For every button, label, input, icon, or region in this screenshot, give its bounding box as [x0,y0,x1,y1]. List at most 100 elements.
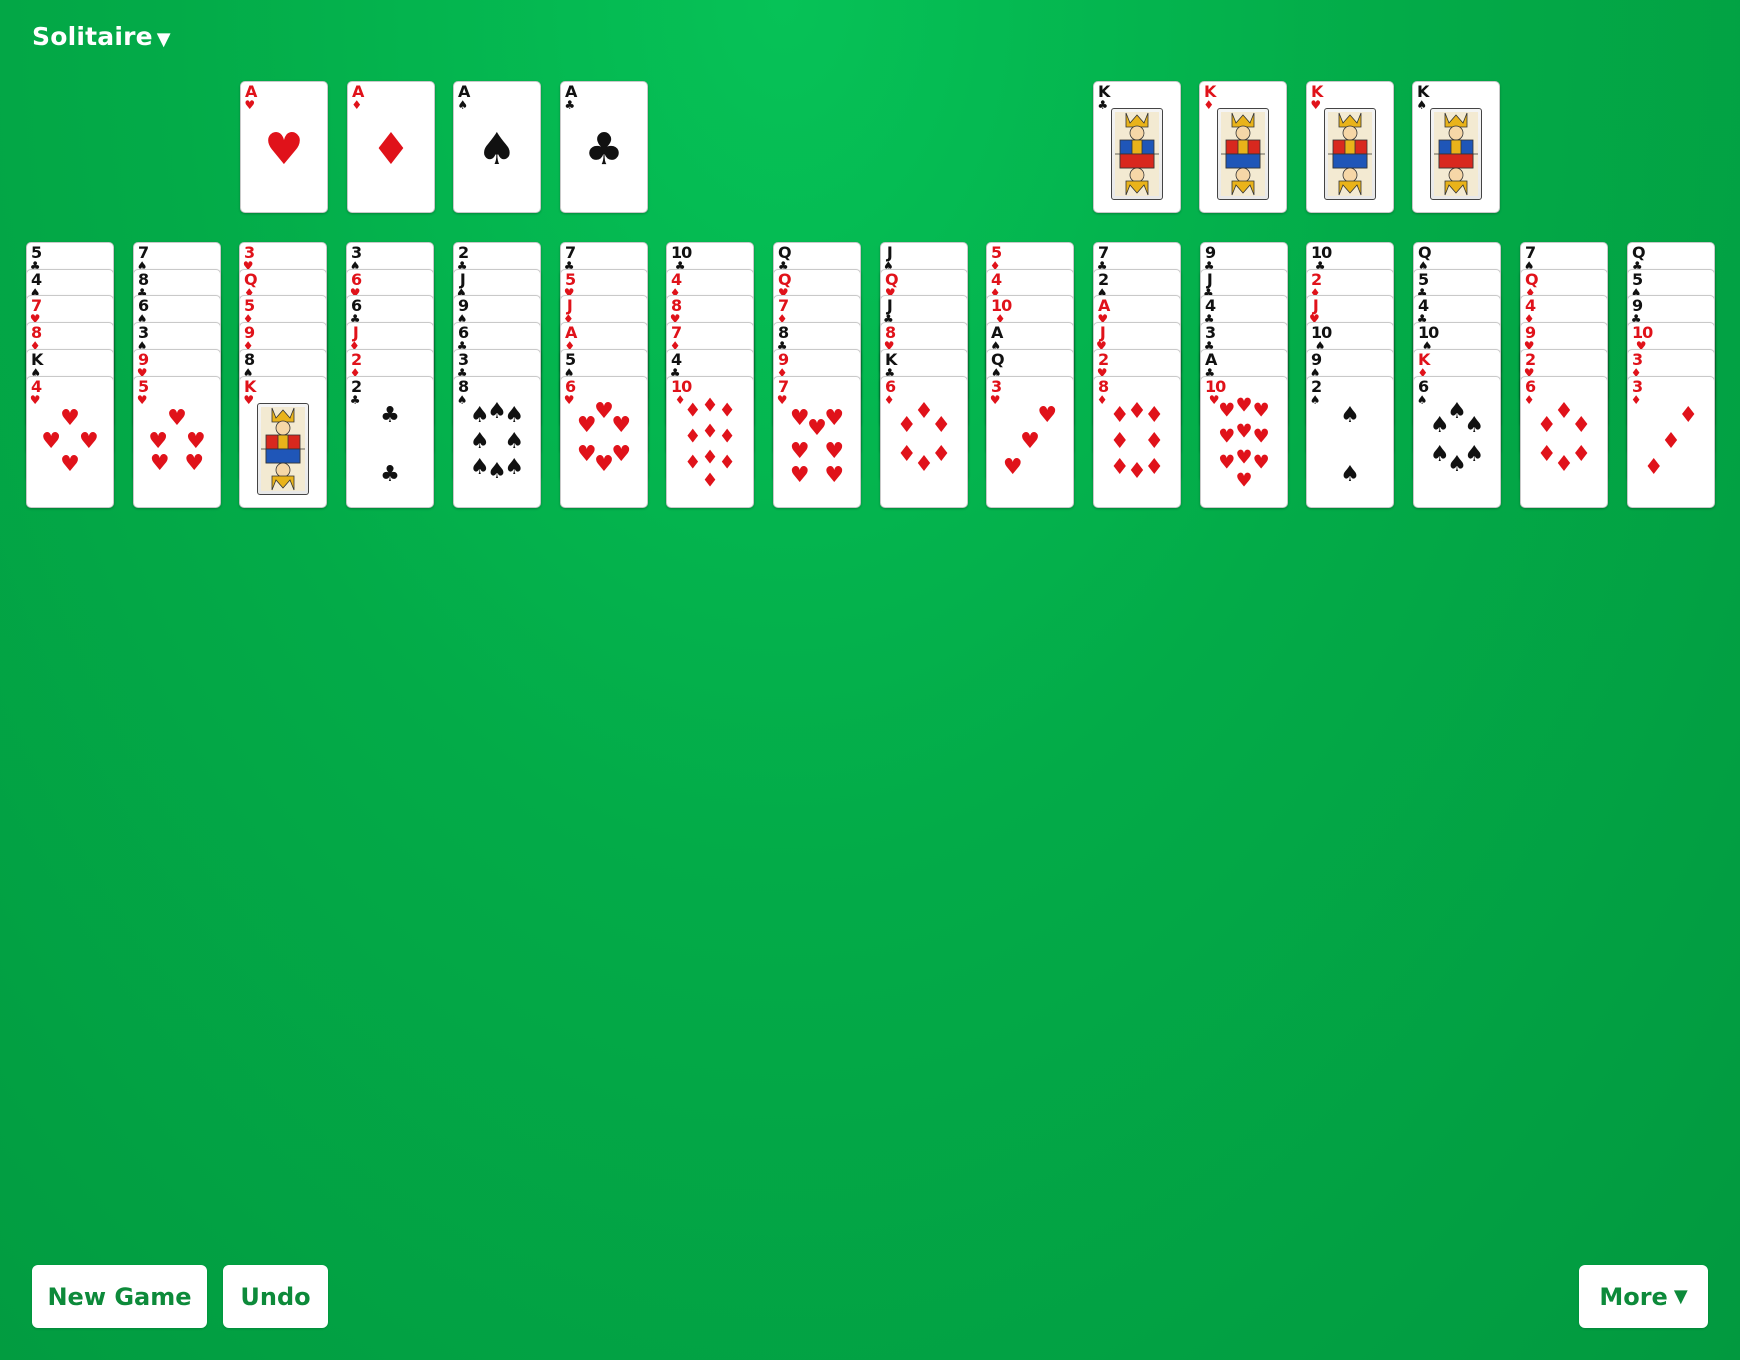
card-index: Q ♠ [1418,245,1432,273]
diamonds-suit-icon: ♦ [1523,393,1535,407]
card-index: 10 ♣ [1311,245,1332,273]
tableau-top-card[interactable]: 6 ♠ ♠ ♠ ♠ ♠ ♠ ♠ [1413,376,1501,508]
card-index: 7 ♥ [776,379,789,407]
card-index: 7 ♠ [137,245,149,273]
tableau-top-card[interactable]: 3 ♥ ♥ ♥ ♥ [986,376,1074,508]
card-index: K ♦ [1417,352,1430,380]
card-index: A ♣ [1204,352,1217,380]
tableau-top-card[interactable]: 7 ♥ ♥ ♥ ♥ ♥ ♥ ♥ ♥ [773,376,861,508]
diamonds-pip-icon: ♦ [1144,403,1165,428]
clubs-suit-icon: ♣ [564,98,576,112]
game-menu-title[interactable]: Solitaire ▼ [32,22,171,51]
diamonds-pip-icon: ♦ [1571,442,1592,467]
tableau-top-card[interactable]: 4 ♥ ♥ ♥ ♥ ♥ [26,376,114,508]
hearts-pip-icon: ♥ [824,462,845,488]
more-button[interactable]: More ▼ [1579,1265,1708,1328]
card-index: 7 ♦ [670,325,682,353]
card-index: 9 ♣ [1631,298,1643,326]
spades-pip-icon: ♠ [504,429,525,454]
hearts-pip-icon: ♥ [1002,455,1023,480]
card-index: A ♥ [1097,298,1110,326]
hearts-pip-icon: ♥ [594,399,614,425]
king-portrait [1221,112,1265,196]
diamonds-pip-icon: ♦ [684,451,702,474]
card-index: 5 ♣ [30,245,42,273]
card-index: K ♣ [1097,84,1110,112]
hearts-pip-icon: ♥ [264,123,304,175]
diamonds-pip-icon: ♦ [1678,403,1699,428]
spades-pip-icon: ♠ [1464,413,1485,439]
card-index: 6 ♦ [883,379,896,407]
hearts-suit-icon: ♥ [29,393,41,407]
hearts-suit-icon: ♥ [776,393,788,407]
card-index: 9 ♦ [243,325,255,353]
diamonds-pip-icon: ♦ [684,425,702,448]
card-index: 7 ♣ [1097,245,1109,273]
hearts-pip-icon: ♥ [1252,451,1270,474]
diamonds-pip-icon: ♦ [914,452,934,478]
tableau-top-card[interactable]: 2 ♠ ♠ ♠ [1306,376,1394,508]
spades-pip-icon: ♠ [504,455,525,480]
tableau-top-card[interactable]: 6 ♦ ♦ ♦ ♦ ♦ ♦ ♦ [1520,376,1608,508]
tableau-top-card[interactable]: 10 ♦ ♦ ♦ ♦ ♦ ♦ ♦ ♦ ♦ ♦ ♦ [666,376,754,508]
foundation-card[interactable]: A ♦ ♦ [347,81,435,213]
card-index: 2 ♦ [350,352,362,380]
spades-pip-icon: ♠ [1447,399,1467,425]
foundation-card[interactable]: K ♠ [1412,81,1500,213]
foundation-card[interactable]: A ♣ ♣ [560,81,648,213]
foundation-card[interactable]: K ♥ [1306,81,1394,213]
card-index: 3 ♣ [1204,325,1216,353]
foundation-card[interactable]: K ♣ [1093,81,1181,213]
card-index: 4 ♣ [1204,298,1216,326]
card-index: 2 ♣ [457,245,469,273]
tableau-top-card[interactable]: 8 ♦ ♦ ♦ ♦ ♦ ♦ ♦ ♦ ♦ [1093,376,1181,508]
card-index: 10 ♥ [1632,325,1653,353]
hearts-pip-icon: ♥ [186,429,206,454]
foundation-card[interactable]: A ♠ ♠ [453,81,541,213]
king-portrait [1434,112,1478,196]
diamonds-pip-icon: ♦ [371,123,411,175]
tableau-top-card[interactable]: 8 ♠ ♠ ♠ ♠ ♠ ♠ ♠ ♠ ♠ [453,376,541,508]
diamonds-suit-icon: ♦ [1630,393,1642,407]
hearts-pip-icon: ♥ [184,451,205,477]
diamonds-suit-icon: ♦ [1096,393,1108,407]
card-index: J ♦ [563,298,574,326]
card-index: 4 ♣ [670,352,682,380]
card-index: K ♦ [1203,84,1216,112]
hearts-pip-icon: ♥ [1235,394,1253,417]
foundation-card[interactable]: A ♥ ♥ [240,81,328,213]
card-index: K ♠ [30,352,43,380]
card-index: 4 ♣ [1417,298,1429,326]
undo-button[interactable]: Undo [223,1265,328,1328]
card-index: A ♣ [564,84,577,112]
diamonds-pip-icon: ♦ [701,446,719,469]
card-index: 9 ♥ [137,352,149,380]
new-game-button[interactable]: New Game [32,1265,207,1328]
tableau-top-card[interactable]: 6 ♥ ♥ ♥ ♥ ♥ ♥ ♥ [560,376,648,508]
card-index: 9 ♣ [1204,245,1216,273]
tableau-top-card[interactable]: 2 ♣ ♣ ♣ [346,376,434,508]
tableau-top-card[interactable]: 6 ♦ ♦ ♦ ♦ ♦ ♦ ♦ [880,376,968,508]
hearts-pip-icon: ♥ [1235,420,1253,443]
diamonds-pip-icon: ♦ [1554,399,1574,425]
hearts-suit-icon: ♥ [1310,98,1322,112]
card-index: 8 ♥ [670,298,682,326]
tableau-top-card[interactable]: 3 ♦ ♦ ♦ ♦ [1627,376,1715,508]
foundation-card[interactable]: K ♦ [1199,81,1287,213]
hearts-pip-icon: ♥ [149,451,170,477]
face-card-art [1430,108,1482,200]
tableau-top-card[interactable]: 5 ♥ ♥ ♥ ♥ ♥ ♥ [133,376,221,508]
tableau-top-card[interactable]: K ♥ [239,376,327,508]
card-index: A ♠ [990,325,1003,353]
diamonds-suit-icon: ♦ [1203,98,1215,112]
tableau-top-card[interactable]: 10 ♥ ♥ ♥ ♥ ♥ ♥ ♥ ♥ ♥ ♥ ♥ [1200,376,1288,508]
diamonds-pip-icon: ♦ [931,442,952,467]
card-index: 5 ♥ [137,379,149,407]
card-index: A ♦ [351,84,364,112]
card-index: K ♠ [1416,84,1429,112]
card-index: 9 ♦ [777,352,789,380]
diamonds-suit-icon: ♦ [883,393,895,407]
hearts-pip-icon: ♥ [167,405,187,431]
hearts-pip-icon: ♥ [1218,425,1236,448]
hearts-pip-icon: ♥ [611,413,632,439]
